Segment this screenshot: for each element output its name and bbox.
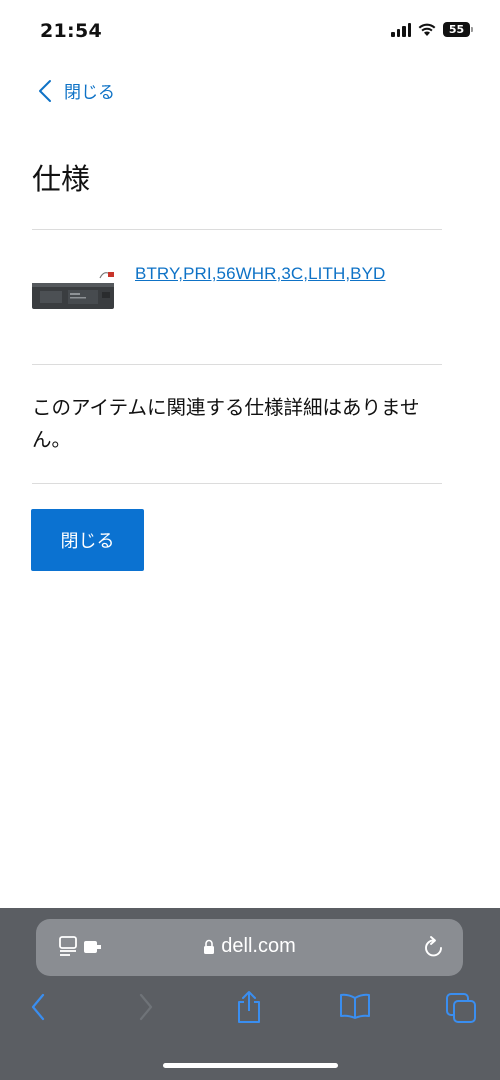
nav-close-link[interactable]: 閉じる xyxy=(38,78,115,103)
reload-icon[interactable] xyxy=(423,935,445,959)
status-bar: 21:54 55 xyxy=(0,0,500,62)
lock-icon xyxy=(204,939,215,954)
tabs-icon[interactable] xyxy=(445,992,477,1024)
page-title: 仕様 xyxy=(32,162,91,196)
bookmarks-icon[interactable] xyxy=(338,992,372,1020)
status-icons: 55 xyxy=(391,22,473,37)
wifi-icon xyxy=(418,23,436,36)
battery-pack-image xyxy=(32,272,114,309)
back-icon[interactable] xyxy=(30,992,46,1022)
cellular-signal-icon xyxy=(391,22,411,37)
divider xyxy=(32,229,442,230)
forward-icon[interactable] xyxy=(138,992,154,1022)
close-button[interactable]: 閉じる xyxy=(31,509,144,571)
battery-icon: 55 xyxy=(443,22,473,37)
address-bar[interactable]: dell.com xyxy=(36,919,463,976)
share-icon[interactable] xyxy=(235,989,263,1025)
no-specs-message: このアイテムに関連する仕様詳細はありません。 xyxy=(32,396,420,451)
divider xyxy=(32,364,442,365)
nav-close-label: 閉じる xyxy=(64,83,115,103)
browser-nav-toolbar xyxy=(0,989,500,1032)
chevron-left-icon xyxy=(39,79,51,102)
product-name-link[interactable]: BTRY,PRI,56WHR,3C,LITH,BYD xyxy=(135,264,385,284)
url-text: dell.com xyxy=(221,935,296,957)
browser-toolbar: dell.com xyxy=(0,908,500,1080)
battery-level: 55 xyxy=(448,23,465,36)
url-display[interactable]: dell.com xyxy=(36,935,463,958)
divider xyxy=(32,483,442,484)
status-time: 21:54 xyxy=(40,20,102,42)
home-indicator xyxy=(163,1063,338,1068)
